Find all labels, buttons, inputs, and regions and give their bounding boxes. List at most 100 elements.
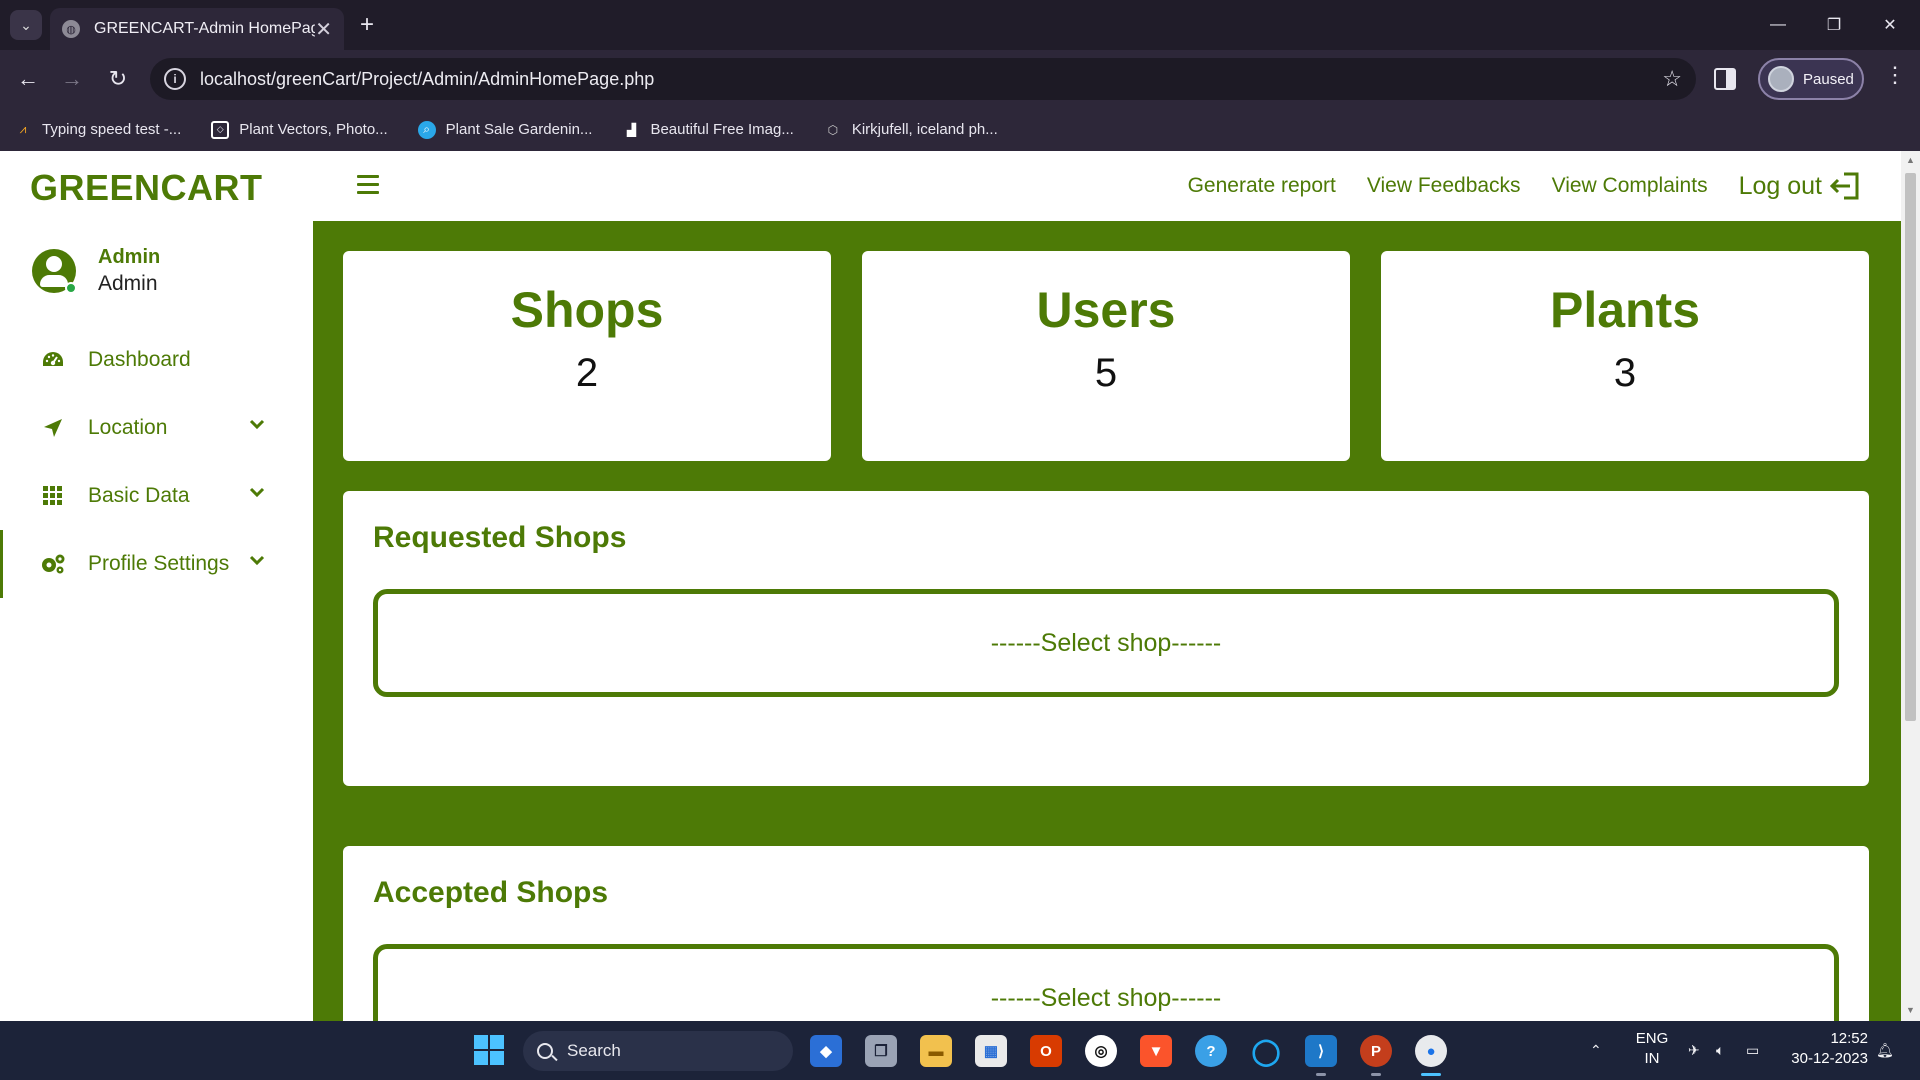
page-scrollbar[interactable]: ▲ ▼ xyxy=(1901,151,1920,1021)
active-tab[interactable]: ◍ GREENCART-Admin HomePage ✕ xyxy=(50,8,344,50)
chevron-down-icon[interactable] xyxy=(249,418,265,430)
sidebar-item-basic-data[interactable]: Basic Data xyxy=(0,462,313,530)
bookmark-label: Beautiful Free Imag... xyxy=(650,121,794,138)
accepted-shops-panel: Accepted Shops ------Select shop------ xyxy=(343,846,1869,1021)
system-clock[interactable]: 12:52 30-12-2023 xyxy=(1780,1029,1868,1069)
stat-value: 5 xyxy=(1094,351,1118,395)
user-role: Admin xyxy=(98,272,158,295)
user-profile: Admin Admin xyxy=(32,245,160,297)
office-icon[interactable]: O xyxy=(1030,1035,1062,1067)
microsoft-store-icon[interactable]: ▦ xyxy=(975,1035,1007,1067)
scrollbar-thumb[interactable] xyxy=(1905,173,1916,721)
file-explorer-icon[interactable]: ▬ xyxy=(920,1035,952,1067)
panel-title: Requested Shops xyxy=(373,521,627,554)
search-icon xyxy=(537,1043,553,1059)
hamburger-menu-icon[interactable] xyxy=(357,175,379,195)
restore-icon[interactable]: ❐ xyxy=(1806,8,1862,42)
panel-title: Accepted Shops xyxy=(373,876,609,909)
logout-button[interactable]: Log out xyxy=(1739,171,1862,201)
cortana-icon[interactable]: ◯ xyxy=(1250,1035,1282,1067)
view-complaints-link[interactable]: View Complaints xyxy=(1552,174,1708,198)
top-navbar: Generate report View Feedbacks View Comp… xyxy=(313,151,1920,221)
grid-icon xyxy=(40,483,66,509)
powerpoint-icon[interactable]: P xyxy=(1360,1035,1392,1076)
close-window-icon[interactable]: ✕ xyxy=(1862,8,1918,42)
notification-bell-icon[interactable]: 🔔︎ xyxy=(1876,1021,1894,1080)
copilot-icon[interactable]: ◆ xyxy=(810,1035,842,1067)
dashboard-gauge-icon xyxy=(40,347,66,373)
bookmark-label: Typing speed test -... xyxy=(42,121,182,138)
help-icon[interactable]: ? xyxy=(1195,1035,1227,1067)
browser-menu-icon[interactable]: ⋮ xyxy=(1884,62,1906,88)
language-indicator[interactable]: ENG IN xyxy=(1634,1029,1670,1069)
bookmark-item[interactable]: ▟ Beautiful Free Imag... xyxy=(622,121,794,139)
clock-date: 30-12-2023 xyxy=(1791,1050,1868,1067)
vscode-icon[interactable]: ⟩ xyxy=(1305,1035,1337,1076)
lang-line2: IN xyxy=(1644,1050,1660,1067)
web-page: GREENCART Admin Admin Dashboard Location… xyxy=(0,151,1920,1021)
stat-card-plants: Plants 3 xyxy=(1381,251,1869,461)
sidebar-item-label: Dashboard xyxy=(88,348,191,371)
stat-card-users: Users 5 xyxy=(862,251,1350,461)
sidebar-item-label: Profile Settings xyxy=(88,552,230,575)
accepted-shop-select[interactable]: ------Select shop------ xyxy=(373,944,1839,1021)
forward-arrow-icon[interactable]: → xyxy=(54,62,90,96)
side-panel-icon[interactable] xyxy=(1714,68,1736,90)
user-name: Admin xyxy=(98,246,161,268)
address-bar[interactable]: i localhost/greenCart/Project/Admin/Admi… xyxy=(150,58,1696,100)
sidebar-item-location[interactable]: Location xyxy=(0,394,313,462)
network-icon[interactable]: ✈ xyxy=(1688,1021,1700,1080)
brand-logo[interactable]: GREENCART xyxy=(30,167,263,209)
logout-label: Log out xyxy=(1738,171,1822,200)
profile-status: Paused xyxy=(1803,70,1854,88)
taskbar-search[interactable]: Search xyxy=(523,1031,793,1071)
volume-icon[interactable]: 🔈︎ xyxy=(1716,1021,1724,1080)
bookmark-item[interactable]: ⬡ Kirkjufell, iceland ph... xyxy=(824,121,998,139)
bookmark-label: Kirkjufell, iceland ph... xyxy=(851,121,998,138)
bookmark-label: Plant Vectors, Photo... xyxy=(239,121,388,138)
github-icon[interactable]: ◎ xyxy=(1085,1035,1117,1067)
reload-icon[interactable]: ↻ xyxy=(100,62,136,96)
chevron-down-icon[interactable] xyxy=(249,486,265,498)
avatar xyxy=(32,249,77,294)
bookmark-item[interactable]: ◇ Plant Vectors, Photo... xyxy=(211,120,388,139)
task-view-icon[interactable]: ❐ xyxy=(865,1035,897,1067)
close-tab-icon[interactable]: ✕ xyxy=(315,17,332,42)
bookmark-item[interactable]: ⌕ Plant Sale Gardenin... xyxy=(417,120,592,139)
view-feedbacks-link[interactable]: View Feedbacks xyxy=(1367,174,1521,198)
sidebar-item-dashboard[interactable]: Dashboard xyxy=(0,326,313,394)
scroll-up-arrow-icon[interactable]: ▲ xyxy=(1906,155,1915,165)
unsplash-icon: ▟ xyxy=(626,122,637,137)
sidebar-item-profile-settings[interactable]: Profile Settings xyxy=(0,530,313,598)
generate-report-link[interactable]: Generate report xyxy=(1188,174,1336,198)
url-text: localhost/greenCart/Project/Admin/AdminH… xyxy=(200,68,655,89)
sidebar: GREENCART Admin Admin Dashboard Location… xyxy=(0,151,313,1021)
site-info-icon[interactable]: i xyxy=(164,68,186,90)
bookmark-star-icon[interactable]: ☆ xyxy=(1662,66,1682,92)
requested-shop-select[interactable]: ------Select shop------ xyxy=(373,589,1839,697)
windows-start-icon[interactable] xyxy=(474,1035,504,1065)
new-tab-plus-icon[interactable]: + xyxy=(352,10,382,40)
battery-icon[interactable]: ▭ xyxy=(1746,1021,1759,1080)
chrome-icon[interactable]: ● xyxy=(1415,1035,1447,1076)
sidebar-item-label: Basic Data xyxy=(88,484,190,507)
back-arrow-icon[interactable]: ← xyxy=(10,62,46,96)
brave-icon[interactable]: ▼ xyxy=(1140,1035,1172,1067)
minimize-icon[interactable]: — xyxy=(1750,8,1806,42)
gears-icon xyxy=(40,551,66,577)
online-status-dot xyxy=(65,282,77,294)
show-hidden-icons-chevron-icon[interactable]: ⌃ xyxy=(1590,1021,1602,1080)
stat-title: Shops xyxy=(510,282,664,338)
bookmarks-bar: ⩘ Typing speed test -... ◇ Plant Vectors… xyxy=(0,108,1920,151)
main-content: Shops 2 Users 5 Plants 3 Requested Shops… xyxy=(313,221,1901,1021)
bookmark-item[interactable]: ⩘ Typing speed test -... xyxy=(14,121,182,139)
chevron-down-icon[interactable] xyxy=(249,554,265,566)
cube-icon: ⬡ xyxy=(827,122,839,137)
stat-title: Users xyxy=(1036,282,1176,338)
stat-title: Plants xyxy=(1549,282,1701,338)
scroll-down-arrow-icon[interactable]: ▼ xyxy=(1906,1005,1915,1015)
browser-toolbar: ← → ↻ i localhost/greenCart/Project/Admi… xyxy=(0,50,1920,108)
tab-strip: ⌄ ◍ GREENCART-Admin HomePage ✕ + — ❐ ✕ xyxy=(0,0,1920,50)
tab-search-chevron-icon[interactable]: ⌄ xyxy=(10,10,42,40)
profile-button[interactable]: Paused xyxy=(1758,58,1864,100)
